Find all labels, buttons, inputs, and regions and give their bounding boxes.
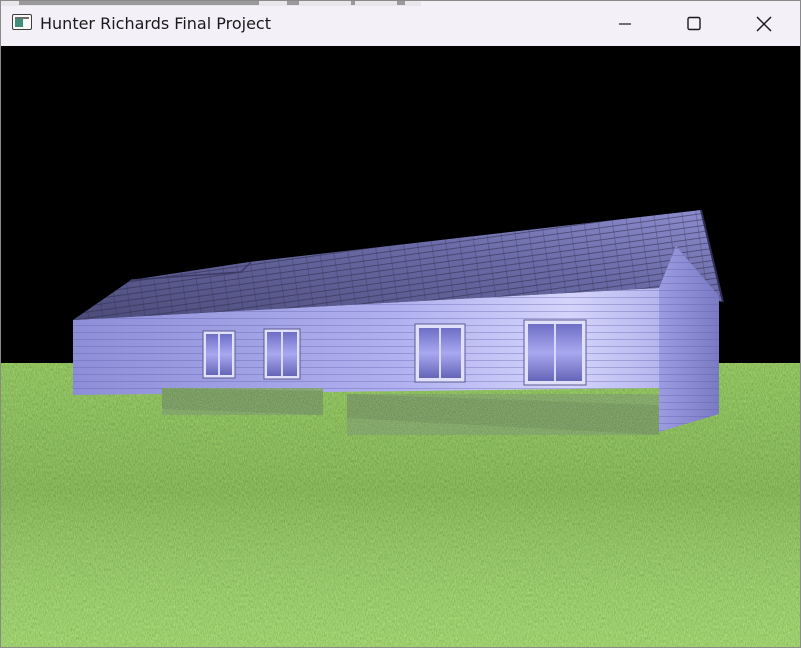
- app-icon: [12, 14, 32, 30]
- app-window: Hunter Richards Final Project: [0, 0, 801, 648]
- close-icon: [756, 15, 772, 32]
- window-title: Hunter Richards Final Project: [40, 14, 271, 33]
- maximize-icon: [687, 16, 701, 30]
- render-viewport[interactable]: [1, 46, 800, 647]
- maximize-button[interactable]: [659, 1, 729, 46]
- window-4: [523, 319, 587, 386]
- minimize-icon: [619, 22, 631, 25]
- title-bar[interactable]: Hunter Richards Final Project: [1, 1, 800, 46]
- window-2: [263, 328, 301, 380]
- close-button[interactable]: [729, 1, 799, 46]
- window-1: [202, 330, 236, 379]
- minimize-button[interactable]: [590, 1, 660, 46]
- window-3: [414, 323, 466, 383]
- scene-canvas: [1, 46, 800, 647]
- background-window-edge: [1, 1, 421, 6]
